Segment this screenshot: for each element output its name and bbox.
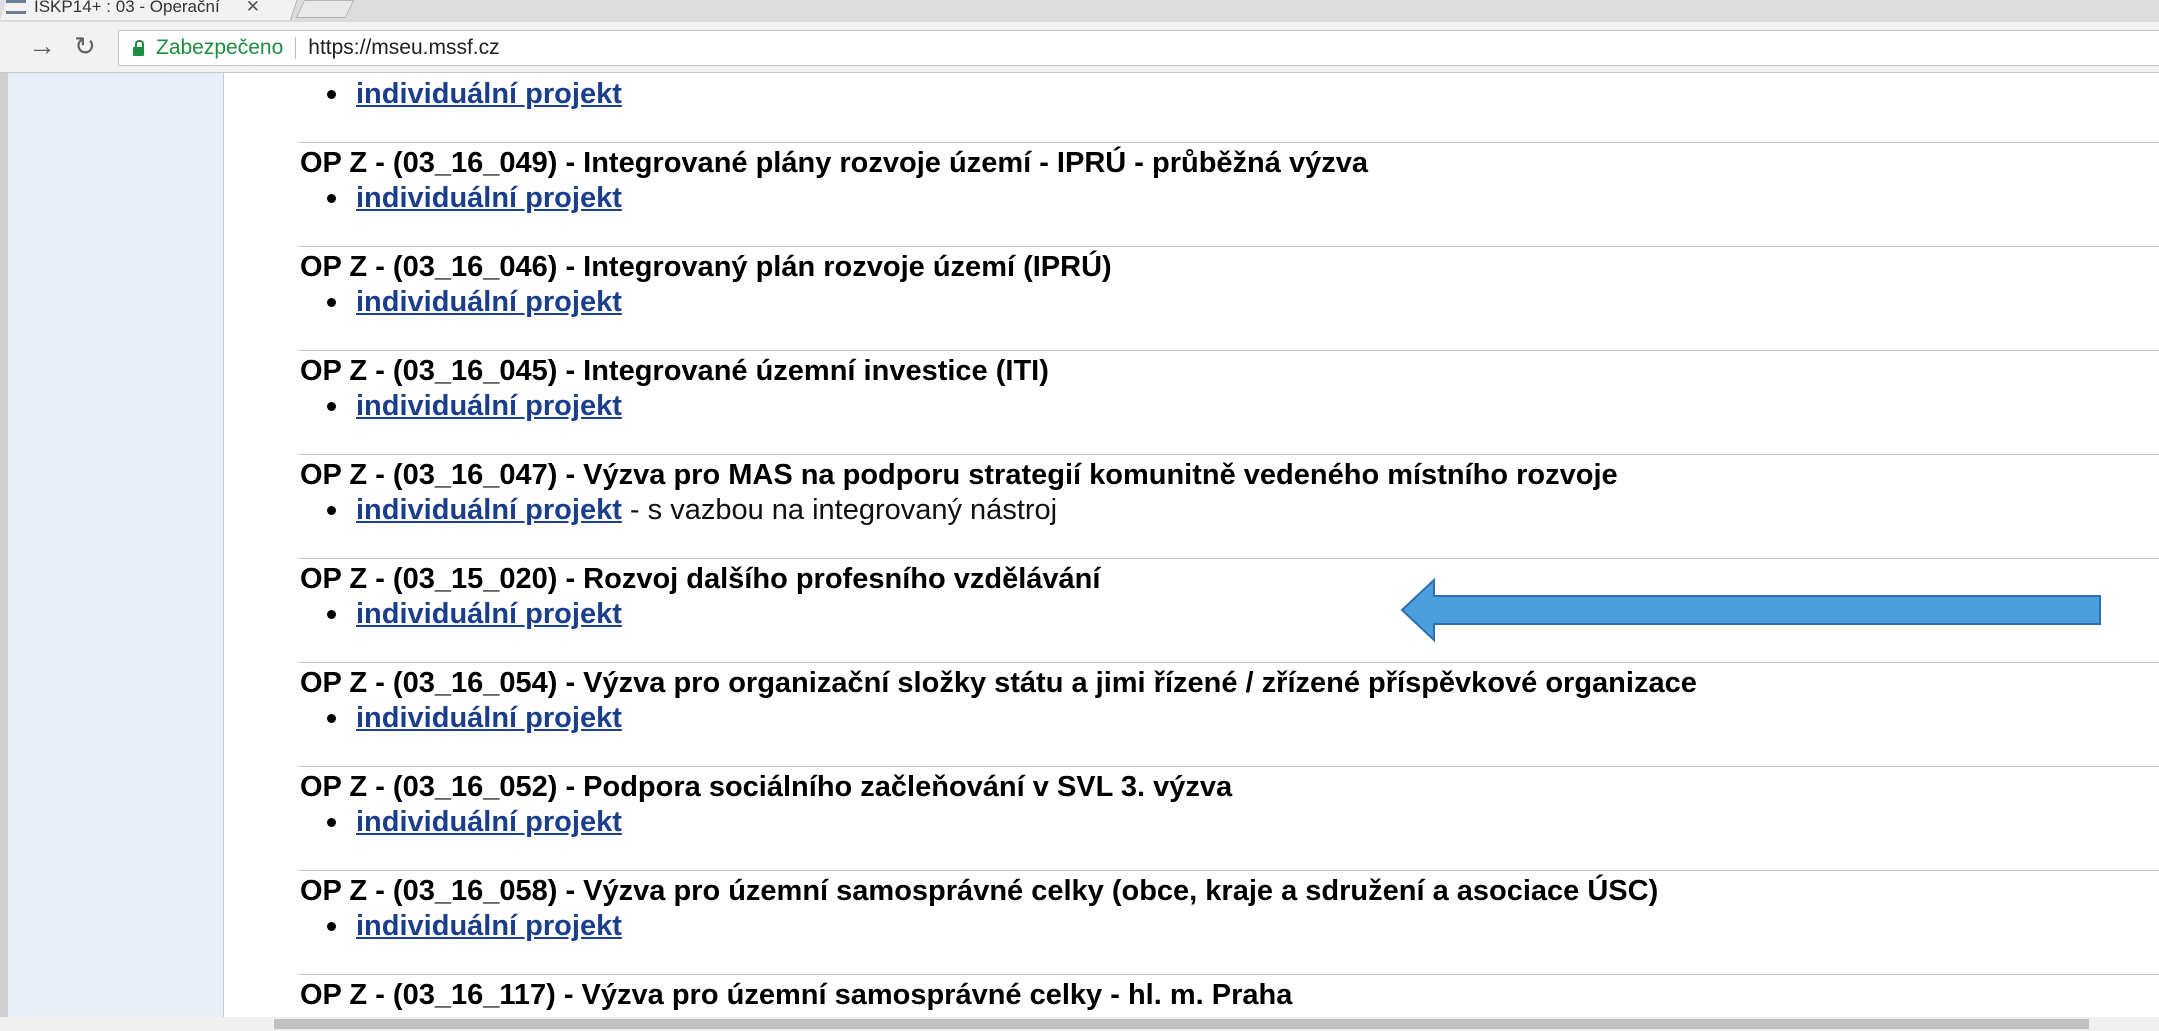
bullet-icon — [327, 610, 336, 619]
reload-icon[interactable]: ↻ — [74, 30, 96, 62]
call-bullet-row: individuální projekt — [327, 182, 622, 215]
calls-list: individuální projekt OP Z - (03_16_049) … — [224, 73, 2159, 1017]
individual-project-link[interactable]: individuální projekt — [356, 910, 622, 943]
call-bullet-row: individuální projekt — [327, 286, 622, 319]
scrollbar-thumb[interactable] — [274, 1019, 2089, 1029]
divider — [298, 558, 2159, 559]
bullet-icon — [327, 298, 336, 307]
call-item: OP Z - (03_16_047) - Výzva pro MAS na po… — [224, 454, 2159, 558]
bullet-icon — [327, 922, 336, 931]
individual-project-link[interactable]: individuální projekt — [356, 182, 622, 215]
bullet-icon — [327, 506, 336, 515]
individual-project-link[interactable]: individuální projekt — [356, 390, 622, 423]
call-bullet-row: individuální projekt — [327, 702, 622, 735]
url-text[interactable]: https://mseu.mssf.cz — [308, 36, 499, 60]
call-item: OP Z - (03_16_058) - Výzva pro územní sa… — [224, 870, 2159, 974]
call-item: OP Z - (03_16_045) - Integrované územní … — [224, 350, 2159, 454]
divider — [298, 870, 2159, 871]
call-title: OP Z - (03_16_045) - Integrované územní … — [300, 355, 1049, 387]
browser-toolbar: → ↻ Zabezpečeno https://mseu.mssf.cz — [0, 22, 2159, 73]
divider — [298, 662, 2159, 663]
individual-project-link[interactable]: individuální projekt — [356, 494, 622, 527]
bullet-icon — [327, 714, 336, 723]
bullet-icon — [327, 194, 336, 203]
call-item: OP Z - (03_16_049) - Integrované plány r… — [224, 142, 2159, 246]
call-item: OP Z - (03_16_046) - Integrovaný plán ro… — [224, 246, 2159, 350]
close-tab-icon[interactable]: ✕ — [246, 0, 260, 17]
forward-icon[interactable]: → — [28, 30, 56, 62]
call-title: OP Z - (03_16_058) - Výzva pro územní sa… — [300, 875, 1659, 907]
call-title: OP Z - (03_16_117) - Výzva pro územní sa… — [300, 979, 1293, 1011]
call-bullet-row: individuální projekt — [327, 390, 622, 423]
top-bullet-row: individuální projekt — [327, 78, 622, 111]
secure-label: Zabezpečeno — [156, 36, 284, 59]
address-separator — [295, 37, 297, 59]
call-title: OP Z - (03_16_049) - Integrované plány r… — [300, 147, 1368, 179]
individual-project-link[interactable]: individuální projekt — [356, 286, 622, 319]
horizontal-scrollbar[interactable] — [0, 1017, 2159, 1031]
call-bullet-row: individuální projekt — [327, 910, 622, 943]
window-edge — [0, 73, 8, 1031]
divider — [298, 974, 2159, 975]
tab-strip: ISKP14+ : 03 - Operační ✕ — [0, 0, 2159, 22]
call-title: OP Z - (03_16_046) - Integrovaný plán ro… — [300, 251, 1112, 283]
divider — [298, 454, 2159, 455]
bullet-icon — [327, 402, 336, 411]
divider — [298, 142, 2159, 143]
individual-project-link[interactable]: individuální projekt — [356, 702, 622, 735]
call-bullet-row: individuální projekt — [327, 806, 622, 839]
address-bar[interactable]: Zabezpečeno https://mseu.mssf.cz — [118, 30, 2159, 66]
call-item: OP Z - (03_16_052) - Podpora sociálního … — [224, 766, 2159, 870]
divider — [298, 766, 2159, 767]
individual-project-link[interactable]: individuální projekt — [356, 806, 622, 839]
call-item: OP Z - (03_16_054) - Výzva pro organizač… — [224, 662, 2159, 766]
arrow-shape — [1400, 578, 2101, 642]
call-bullet-row: individuální projekt - s vazbou na integ… — [327, 494, 1057, 527]
tab-title: ISKP14+ : 03 - Operační — [34, 0, 220, 16]
individual-project-link[interactable]: individuální projekt — [356, 78, 622, 111]
arrow-annotation — [1400, 578, 2101, 642]
call-bullet-row: individuální projekt — [327, 598, 622, 631]
bullet-icon — [327, 90, 336, 99]
browser-tab-content: ISKP14+ : 03 - Operační ✕ — [6, 0, 260, 18]
link-suffix: - s vazbou na integrovaný nástroj — [621, 494, 1058, 526]
lock-icon — [133, 39, 144, 56]
divider — [298, 246, 2159, 247]
call-title: OP Z - (03_15_020) - Rozvoj dalšího prof… — [300, 563, 1101, 595]
left-sidebar — [8, 73, 224, 1017]
call-title: OP Z - (03_16_054) - Výzva pro organizač… — [300, 667, 1697, 699]
favicon-icon — [6, 0, 26, 14]
call-item: OP Z - (03_16_117) - Výzva pro územní sa… — [224, 974, 2159, 1017]
divider — [298, 350, 2159, 351]
bullet-icon — [327, 818, 336, 827]
call-title: OP Z - (03_16_052) - Podpora sociálního … — [300, 771, 1233, 803]
new-tab-button[interactable] — [295, 0, 355, 18]
individual-project-link[interactable]: individuální projekt — [356, 598, 622, 631]
call-title: OP Z - (03_16_047) - Výzva pro MAS na po… — [300, 459, 1618, 491]
